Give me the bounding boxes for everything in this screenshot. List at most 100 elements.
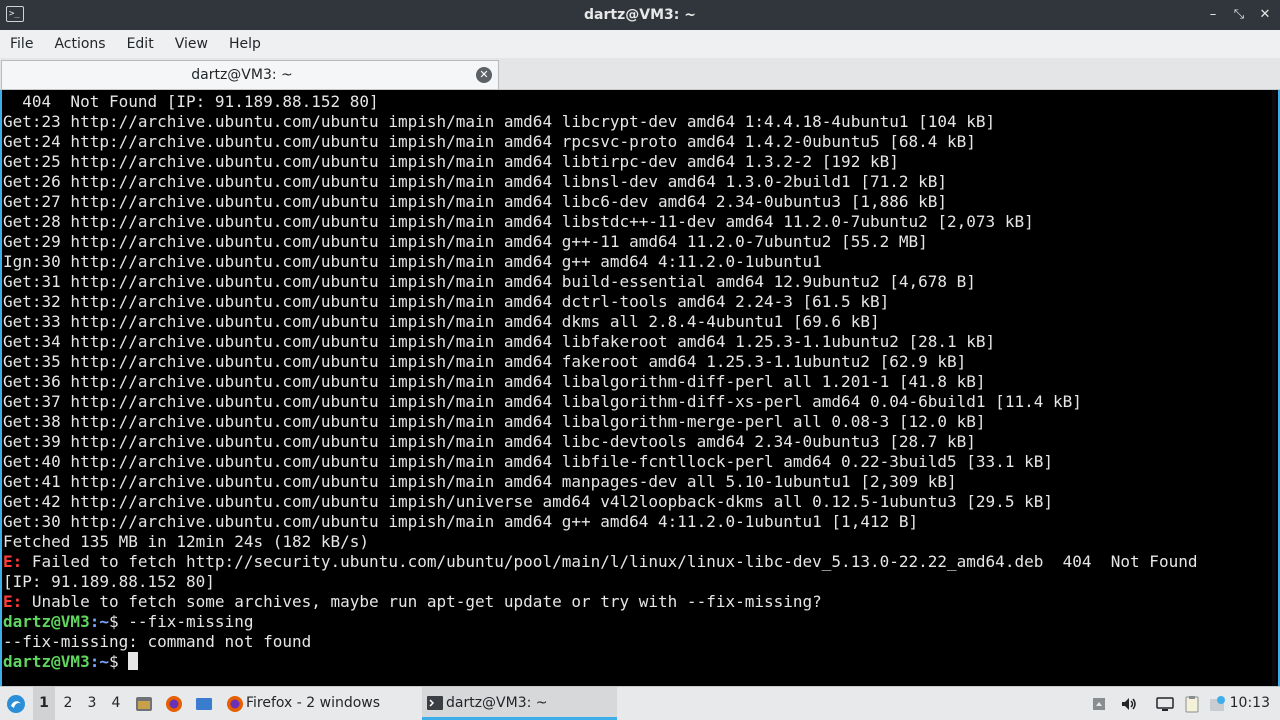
- terminal-line-text: Get:33 http://archive.ubuntu.com/ubuntu …: [3, 312, 880, 331]
- task-firefox-label: Firefox - 2 windows: [246, 695, 381, 711]
- terminal-line: Fetched 135 MB in 12min 24s (182 kB/s): [3, 532, 1197, 552]
- clock[interactable]: 10:13: [1230, 687, 1270, 720]
- application-menu-icon[interactable]: [6, 694, 26, 714]
- prompt-path: :~: [89, 652, 109, 671]
- terminal-line: dartz@VM3:~$ --fix-missing: [3, 612, 1197, 632]
- terminal-line: Get:25 http://archive.ubuntu.com/ubuntu …: [3, 152, 1197, 172]
- terminal-line: Get:32 http://archive.ubuntu.com/ubuntu …: [3, 292, 1197, 312]
- window-titlebar[interactable]: >_ dartz@VM3: ~ – ⤡ ✕: [0, 0, 1280, 30]
- terminal-line: Get:31 http://archive.ubuntu.com/ubuntu …: [3, 272, 1197, 292]
- prompt-user: dartz@VM3: [3, 652, 90, 671]
- update-notifier-icon[interactable]: [1208, 695, 1226, 713]
- terminal-line-text: Ign:30 http://archive.ubuntu.com/ubuntu …: [3, 252, 822, 271]
- terminal-line: Get:42 http://archive.ubuntu.com/ubuntu …: [3, 492, 1197, 512]
- text-cursor: [128, 652, 139, 670]
- clipboard-icon[interactable]: [1183, 695, 1201, 713]
- terminal-line: Get:26 http://archive.ubuntu.com/ubuntu …: [3, 172, 1197, 192]
- terminal-line-text: Get:40 http://archive.ubuntu.com/ubuntu …: [3, 452, 1053, 471]
- terminal-line-text: Get:27 http://archive.ubuntu.com/ubuntu …: [3, 192, 948, 211]
- desktop-3[interactable]: 3: [81, 687, 103, 720]
- terminal-line: Get:33 http://archive.ubuntu.com/ubuntu …: [3, 312, 1197, 332]
- file-manager-icon[interactable]: [135, 695, 153, 713]
- terminal-line-text: Get:30 http://archive.ubuntu.com/ubuntu …: [3, 512, 919, 531]
- terminal-line: [IP: 91.189.88.152 80]: [3, 572, 1197, 592]
- notification-icon[interactable]: [1090, 695, 1108, 713]
- firefox-icon: [227, 696, 243, 712]
- task-firefox[interactable]: Firefox - 2 windows: [222, 687, 417, 720]
- show-desktop-icon[interactable]: [195, 695, 213, 713]
- desktop-2[interactable]: 2: [57, 687, 79, 720]
- terminal-line: Get:36 http://archive.ubuntu.com/ubuntu …: [3, 372, 1197, 392]
- task-terminal-label: dartz@VM3: ~: [446, 695, 548, 711]
- terminal-line: Get:38 http://archive.ubuntu.com/ubuntu …: [3, 412, 1197, 432]
- menu-bar: File Actions Edit View Help: [0, 30, 1280, 58]
- terminal-line: Get:30 http://archive.ubuntu.com/ubuntu …: [3, 512, 1197, 532]
- terminal-line: Get:40 http://archive.ubuntu.com/ubuntu …: [3, 452, 1197, 472]
- terminal-line: E: Failed to fetch http://security.ubunt…: [3, 552, 1197, 572]
- menu-view[interactable]: View: [175, 36, 208, 52]
- terminal-line: dartz@VM3:~$: [3, 652, 1197, 672]
- terminal-line-text: Fetched 135 MB in 12min 24s (182 kB/s): [3, 532, 370, 551]
- firefox-launcher-icon[interactable]: [165, 695, 183, 713]
- menu-actions[interactable]: Actions: [54, 36, 105, 52]
- terminal-line-text: Get:36 http://archive.ubuntu.com/ubuntu …: [3, 372, 986, 391]
- terminal-line: Get:23 http://archive.ubuntu.com/ubuntu …: [3, 112, 1197, 132]
- terminal-line: Get:35 http://archive.ubuntu.com/ubuntu …: [3, 352, 1197, 372]
- error-prefix: E:: [3, 592, 23, 611]
- prompt-user: dartz@VM3: [3, 612, 90, 631]
- terminal-line: Get:34 http://archive.ubuntu.com/ubuntu …: [3, 332, 1197, 352]
- terminal-scrollbar[interactable]: [1272, 90, 1276, 686]
- terminal-line: --fix-missing: command not found: [3, 632, 1197, 652]
- terminal-line-text: Get:28 http://archive.ubuntu.com/ubuntu …: [3, 212, 1034, 231]
- terminal-line-text: Get:34 http://archive.ubuntu.com/ubuntu …: [3, 332, 996, 351]
- terminal-line: Get:29 http://archive.ubuntu.com/ubuntu …: [3, 232, 1197, 252]
- terminal-line-text: Get:29 http://archive.ubuntu.com/ubuntu …: [3, 232, 928, 251]
- terminal-line-text: --fix-missing: command not found: [3, 632, 312, 651]
- terminal-line-text: Get:37 http://archive.ubuntu.com/ubuntu …: [3, 392, 1082, 411]
- terminal-line: 404 Not Found [IP: 91.189.88.152 80]: [3, 92, 1197, 112]
- terminal-line-text: Get:32 http://archive.ubuntu.com/ubuntu …: [3, 292, 890, 311]
- terminal-view[interactable]: 404 Not Found [IP: 91.189.88.152 80] Get:…: [0, 90, 1280, 686]
- close-icon[interactable]: ✕: [1258, 8, 1272, 22]
- terminal-line: Get:41 http://archive.ubuntu.com/ubuntu …: [3, 472, 1197, 492]
- minimize-icon[interactable]: –: [1206, 8, 1220, 22]
- terminal-line-text: Get:41 http://archive.ubuntu.com/ubuntu …: [3, 472, 957, 491]
- prompt-path: :~: [89, 612, 109, 631]
- terminal-line-text: Get:35 http://archive.ubuntu.com/ubuntu …: [3, 352, 967, 371]
- tab-close-icon[interactable]: ✕: [476, 67, 492, 83]
- terminal-line: Get:24 http://archive.ubuntu.com/ubuntu …: [3, 132, 1197, 152]
- terminal-line-text: Get:24 http://archive.ubuntu.com/ubuntu …: [3, 132, 976, 151]
- task-terminal[interactable]: dartz@VM3: ~: [422, 687, 617, 720]
- terminal-line: E: Unable to fetch some archives, maybe …: [3, 592, 1197, 612]
- tab-bar: dartz@VM3: ~ ✕: [0, 58, 1280, 90]
- taskbar: 1 2 3 4 Firefox - 2 windows dartz@VM3: ~: [0, 686, 1280, 720]
- desktop-4[interactable]: 4: [105, 687, 127, 720]
- desktop-1[interactable]: 1: [33, 687, 55, 720]
- terminal-line-text: Unable to fetch some archives, maybe run…: [22, 592, 822, 611]
- terminal-line: Get:39 http://archive.ubuntu.com/ubuntu …: [3, 432, 1197, 452]
- terminal-line: Get:28 http://archive.ubuntu.com/ubuntu …: [3, 212, 1197, 232]
- terminal-line-text: Get:31 http://archive.ubuntu.com/ubuntu …: [3, 272, 976, 291]
- terminal-output: 404 Not Found [IP: 91.189.88.152 80] Get:…: [3, 92, 1197, 672]
- terminal-line-text: Get:23 http://archive.ubuntu.com/ubuntu …: [3, 112, 996, 131]
- menu-file[interactable]: File: [10, 36, 33, 52]
- terminal-line-text: Get:39 http://archive.ubuntu.com/ubuntu …: [3, 432, 976, 451]
- display-icon[interactable]: [1156, 695, 1174, 713]
- terminal-line: Ign:30 http://archive.ubuntu.com/ubuntu …: [3, 252, 1197, 272]
- terminal-line: Get:27 http://archive.ubuntu.com/ubuntu …: [3, 192, 1197, 212]
- menu-help[interactable]: Help: [229, 36, 261, 52]
- restore-icon[interactable]: ⤡: [1232, 8, 1246, 22]
- terminal-line-text: Failed to fetch http://security.ubuntu.c…: [22, 552, 1198, 571]
- window-title: dartz@VM3: ~: [584, 7, 696, 23]
- terminal-line-text: Get:25 http://archive.ubuntu.com/ubuntu …: [3, 152, 899, 171]
- terminal-line-text: Get:26 http://archive.ubuntu.com/ubuntu …: [3, 172, 948, 191]
- terminal-line-text: $: [108, 652, 129, 671]
- terminal-line-text: Get:42 http://archive.ubuntu.com/ubuntu …: [3, 492, 1053, 511]
- error-prefix: E:: [3, 552, 23, 571]
- terminal-line-text: Get:38 http://archive.ubuntu.com/ubuntu …: [3, 412, 986, 431]
- menu-edit[interactable]: Edit: [127, 36, 154, 52]
- tab-terminal[interactable]: dartz@VM3: ~ ✕: [1, 60, 499, 89]
- terminal-line-text: 404 Not Found [IP: 91.189.88.152 80]: [3, 92, 379, 111]
- terminal-line-text: [IP: 91.189.88.152 80]: [3, 572, 215, 591]
- volume-icon[interactable]: [1120, 695, 1138, 713]
